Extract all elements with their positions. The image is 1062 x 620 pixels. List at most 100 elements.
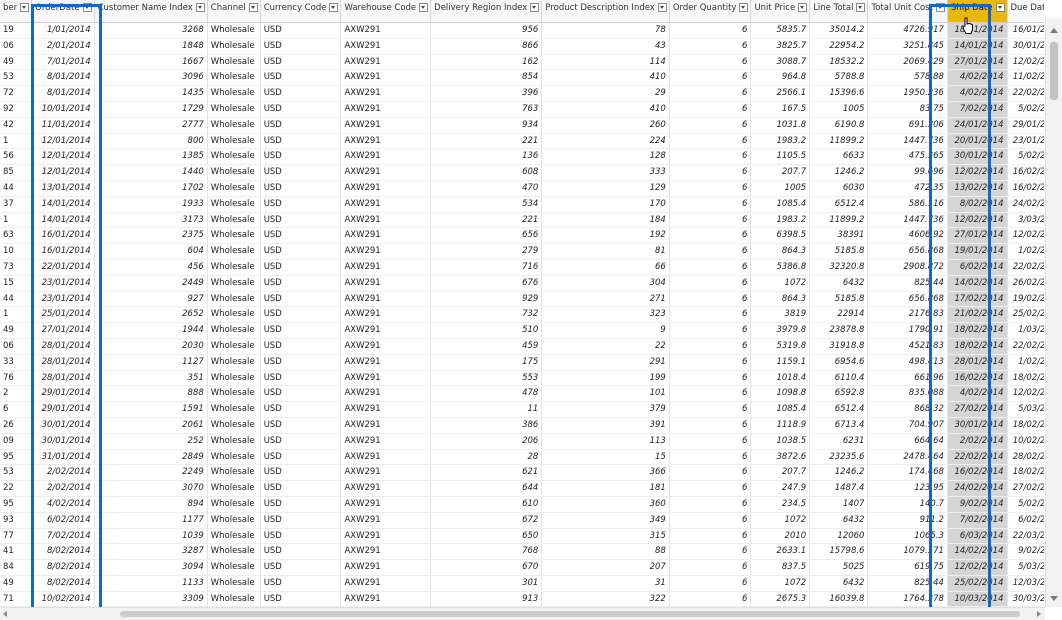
cell-order-date[interactable]: 2/01/2014 [31,38,95,55]
filter-dropdown-icon[interactable] [195,3,205,12]
cell-warehouse-code[interactable]: AXW291 [340,543,432,561]
cell-due-date[interactable]: 18/02/2014 [1007,370,1044,387]
scroll-right-icon[interactable] [1037,611,1041,617]
cell-ship-date[interactable]: 10/03/2014 [947,591,1008,607]
cell-ship-date[interactable]: 9/02/2014 [947,496,1008,513]
cell-delivery-region-index[interactable]: 934 [430,117,543,134]
cell-order-date[interactable]: 8/02/2014 [31,559,95,576]
cell-line-total[interactable]: 18532.2 [809,54,869,71]
cell-order-date[interactable]: 2/02/2014 [31,464,95,482]
cell-unit-price[interactable]: 6398.5 [750,227,811,245]
cell-channel[interactable]: Wholesale [207,291,261,308]
cell-total-unit-cost[interactable]: 825.44 [867,275,948,292]
cell-due-date[interactable]: 22/02/2014 [1007,85,1044,102]
table-row[interactable]: 56 12/01/2014 1385 Wholesale USD AXW291 136 128… [0,148,1044,166]
cell-unit-price[interactable]: 247.9 [750,480,811,497]
cell-number[interactable]: 85 [0,164,33,181]
cell-customer-name-index[interactable]: 1435 [94,85,208,102]
cell-total-unit-cost[interactable]: 656.868 [867,243,948,260]
cell-total-unit-cost[interactable]: 656.868 [867,291,948,308]
cell-total-unit-cost[interactable]: 1790.91 [867,322,948,339]
cell-delivery-region-index[interactable]: 716 [430,259,543,276]
cell-line-total[interactable]: 5185.8 [809,291,869,308]
cell-delivery-region-index[interactable]: 913 [430,591,543,607]
cell-currency-code[interactable]: USD [260,417,342,434]
cell-order-quantity[interactable]: 6 [669,370,752,387]
cell-channel[interactable]: Wholesale [207,275,261,292]
cell-total-unit-cost[interactable]: 2176.83 [867,306,948,324]
cell-number[interactable]: 76 [0,370,33,387]
cell-order-quantity[interactable]: 6 [669,322,752,339]
cell-warehouse-code[interactable]: AXW291 [340,559,432,576]
cell-order-date[interactable]: 27/01/2014 [31,322,95,339]
cell-customer-name-index[interactable]: 604 [94,243,208,260]
cell-due-date[interactable]: 19/02/2014 [1007,291,1044,308]
cell-unit-price[interactable]: 5319.8 [750,338,811,355]
table-row[interactable]: 10 16/01/2014 604 Wholesale USD AXW291 279 81 6 8… [0,243,1044,260]
column-header-ship-date[interactable]: Ship Date [947,0,1008,23]
cell-ship-date[interactable]: 30/01/2014 [947,148,1008,166]
cell-ship-date[interactable]: 28/01/2014 [947,354,1008,371]
filter-dropdown-icon[interactable] [995,3,1005,12]
cell-product-description-index[interactable]: 224 [541,133,670,150]
cell-order-date[interactable]: 30/01/2014 [31,417,95,434]
cell-channel[interactable]: Wholesale [207,464,261,482]
cell-customer-name-index[interactable]: 1385 [94,148,208,166]
cell-currency-code[interactable]: USD [260,164,342,181]
cell-currency-code[interactable]: USD [260,338,342,355]
cell-channel[interactable]: Wholesale [207,575,261,592]
cell-order-quantity[interactable]: 6 [669,133,752,150]
cell-line-total[interactable]: 6432 [809,575,869,592]
cell-line-total[interactable]: 35014.2 [809,22,869,39]
cell-ship-date[interactable]: 27/02/2014 [947,401,1008,418]
cell-total-unit-cost[interactable]: 174.468 [867,464,948,482]
table-row[interactable]: 49 27/01/2014 1944 Wholesale USD AXW291 510 9 6 3… [0,322,1044,339]
cell-ship-date[interactable]: 30/01/2014 [947,417,1008,434]
cell-order-date[interactable]: 31/01/2014 [31,449,95,466]
cell-line-total[interactable]: 6231 [809,433,869,450]
cell-order-date[interactable]: 23/01/2014 [31,275,95,292]
cell-due-date[interactable]: 22/03/2014 [1007,528,1044,545]
cell-product-description-index[interactable]: 78 [541,22,670,39]
cell-customer-name-index[interactable]: 1933 [94,196,208,213]
table-row[interactable]: 53 2/02/2014 2249 Wholesale USD AXW291 621 366 6… [0,464,1044,482]
cell-currency-code[interactable]: USD [260,575,342,592]
cell-currency-code[interactable]: USD [260,354,342,371]
cell-order-quantity[interactable]: 6 [669,196,752,213]
cell-customer-name-index[interactable]: 1177 [94,512,208,529]
cell-ship-date[interactable]: 6/02/2014 [947,259,1008,276]
cell-channel[interactable]: Wholesale [207,559,261,576]
column-header-channel[interactable]: Channel [207,0,261,23]
cell-channel[interactable]: Wholesale [207,227,261,245]
cell-order-date[interactable]: 12/01/2014 [31,133,95,150]
column-header-line-total[interactable]: Line Total [809,0,869,23]
cell-channel[interactable]: Wholesale [207,496,261,513]
cell-number[interactable]: 26 [0,417,33,434]
cell-warehouse-code[interactable]: AXW291 [340,227,432,245]
cell-number[interactable]: 2 [0,385,33,403]
cell-currency-code[interactable]: USD [260,275,342,292]
cell-order-quantity[interactable]: 6 [669,85,752,102]
cell-product-description-index[interactable]: 260 [541,117,670,134]
cell-currency-code[interactable]: USD [260,69,342,87]
cell-customer-name-index[interactable]: 1127 [94,354,208,371]
cell-order-quantity[interactable]: 6 [669,543,752,561]
cell-currency-code[interactable]: USD [260,259,342,276]
cell-line-total[interactable]: 12060 [809,528,869,545]
cell-product-description-index[interactable]: 181 [541,480,670,497]
cell-total-unit-cost[interactable]: 704.907 [867,417,948,434]
cell-line-total[interactable]: 22954.2 [809,38,869,55]
cell-ship-date[interactable]: 24/01/2014 [947,117,1008,134]
column-header-product-description-index[interactable]: Product Description Index [541,0,670,23]
cell-channel[interactable]: Wholesale [207,306,261,324]
cell-warehouse-code[interactable]: AXW291 [340,22,432,39]
cell-delivery-region-index[interactable]: 956 [430,22,543,39]
cell-ship-date[interactable]: 20/01/2014 [947,133,1008,150]
cell-customer-name-index[interactable]: 1039 [94,528,208,545]
cell-customer-name-index[interactable]: 2449 [94,275,208,292]
cell-order-quantity[interactable]: 6 [669,164,752,181]
cell-line-total[interactable]: 6432 [809,512,869,529]
table-row[interactable]: 49 8/02/2014 1133 Wholesale USD AXW291 301 31 6 1… [0,575,1044,592]
cell-warehouse-code[interactable]: AXW291 [340,385,432,403]
cell-channel[interactable]: Wholesale [207,54,261,71]
